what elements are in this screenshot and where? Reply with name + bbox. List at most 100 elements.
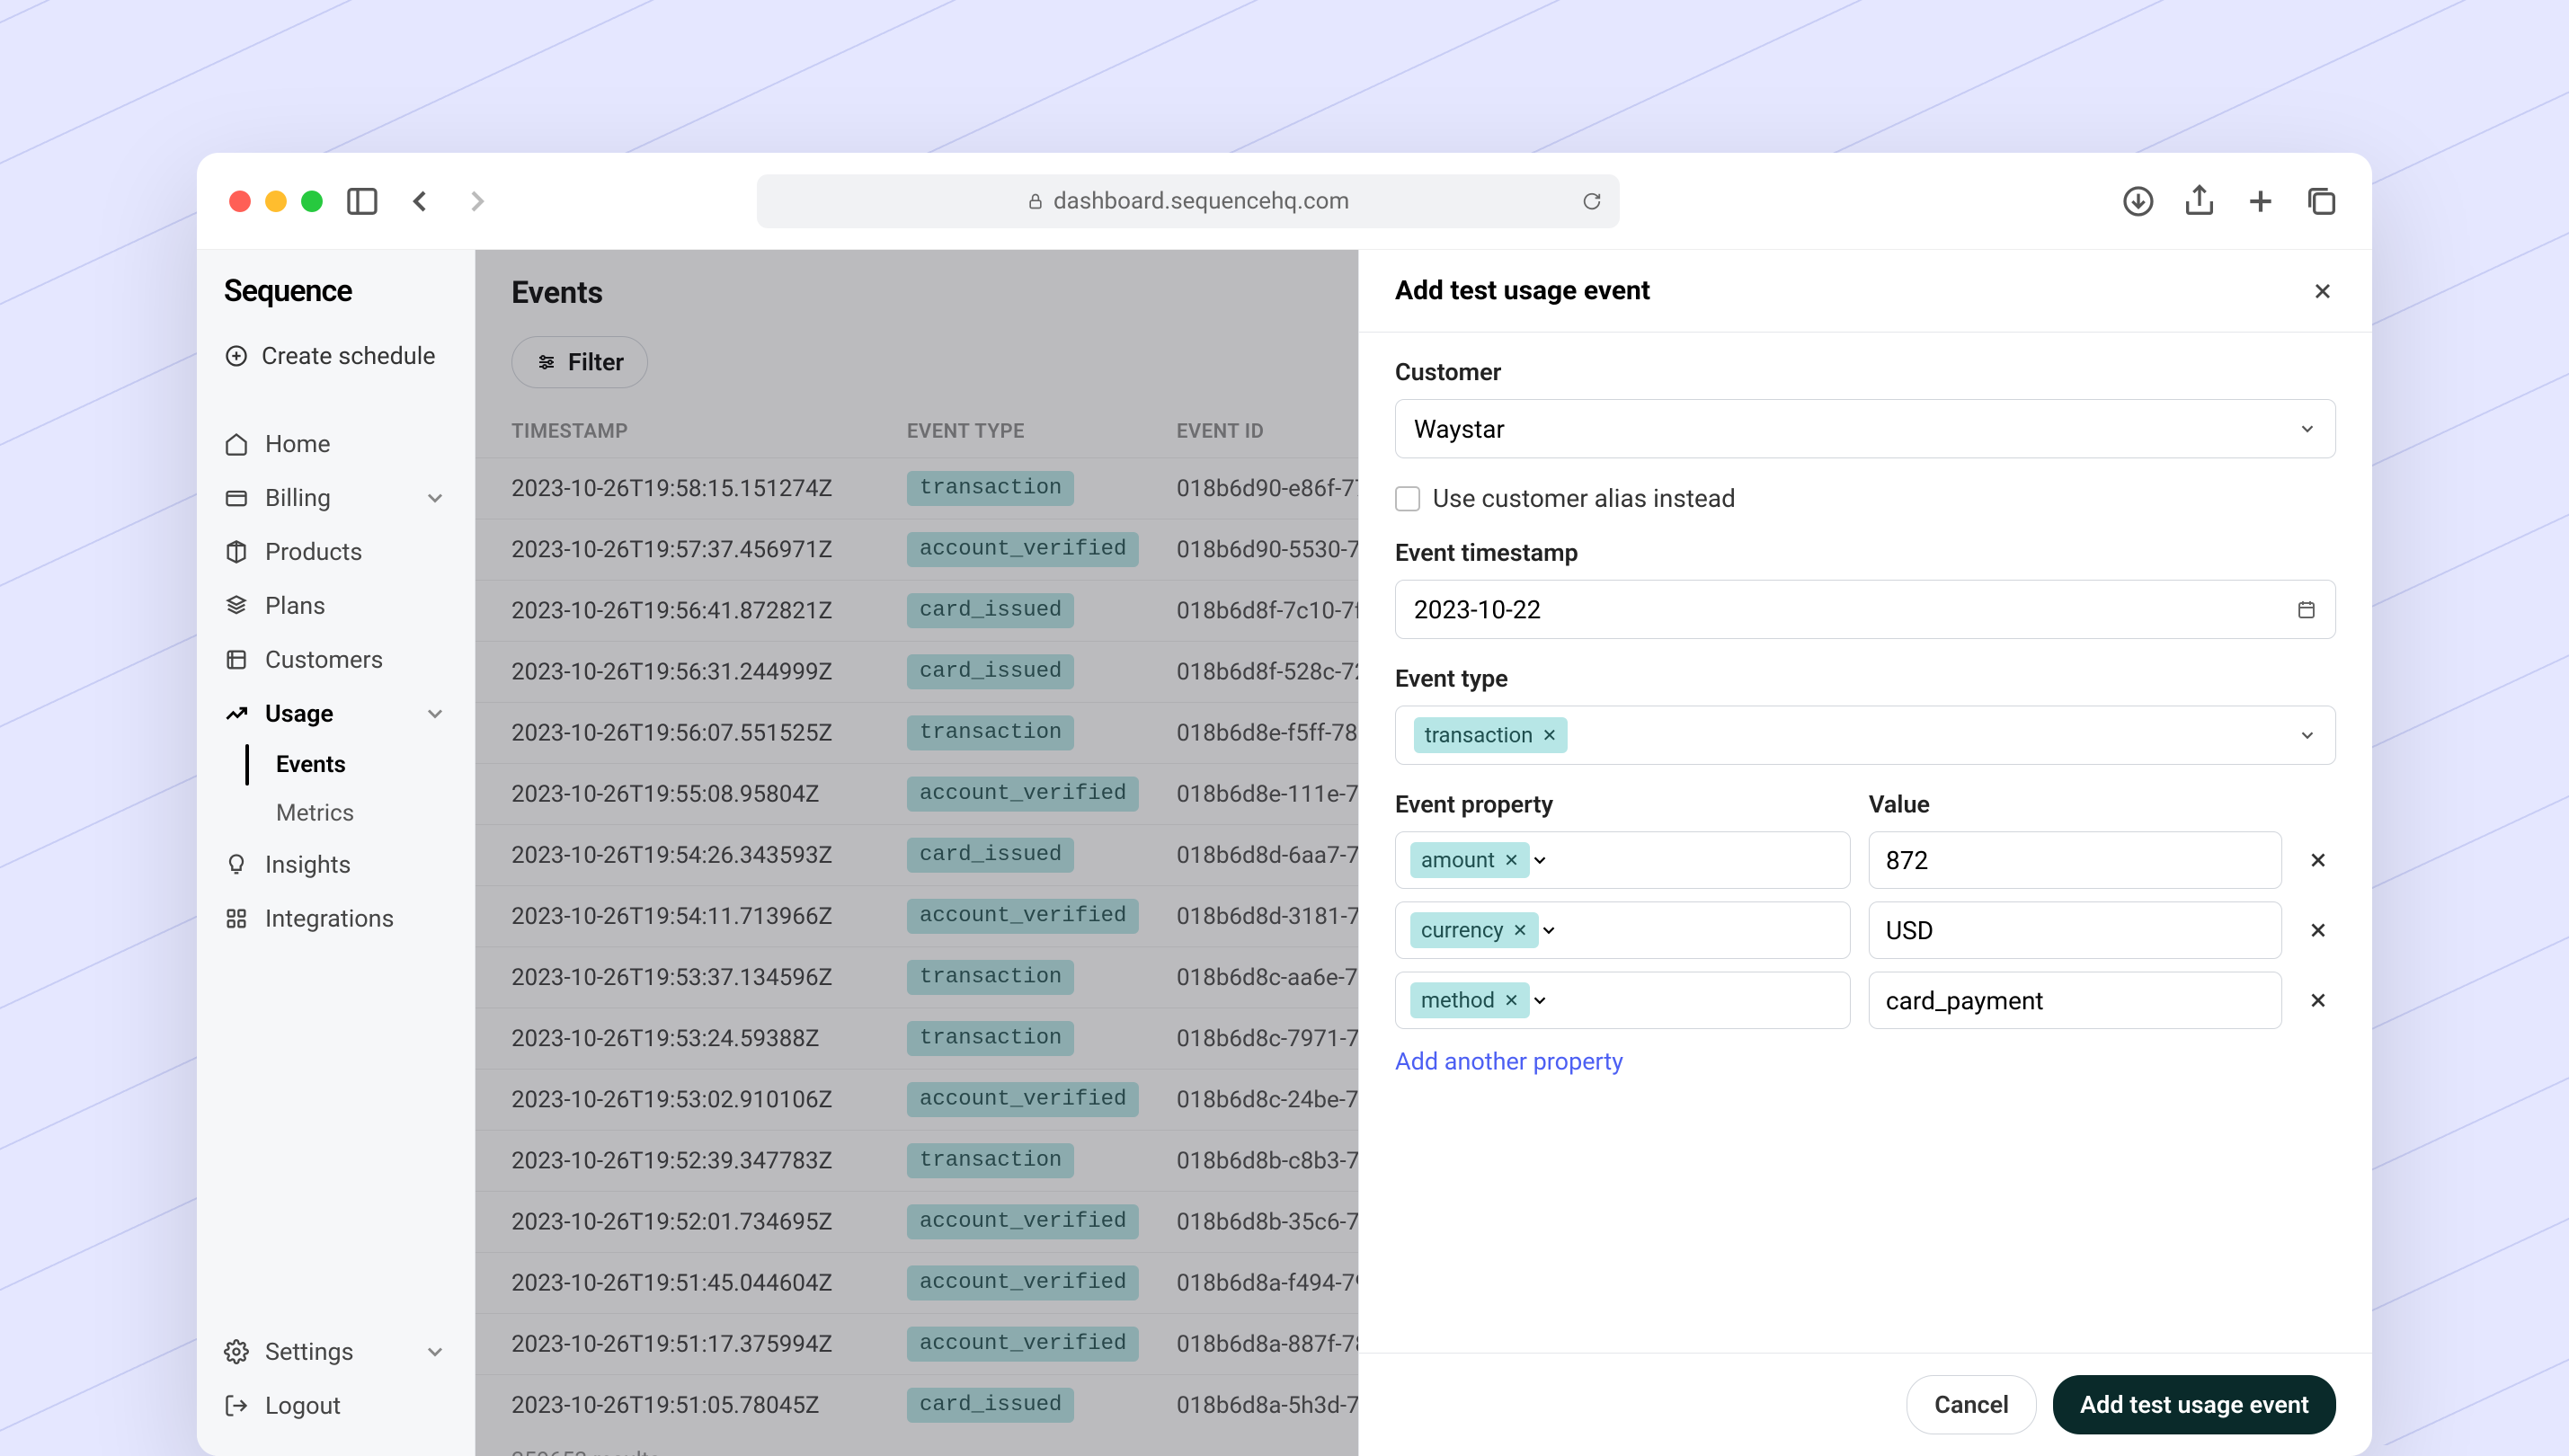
property-chip: amount ✕ [1410,842,1530,878]
property-row: amount ✕ 872 [1395,831,2336,889]
property-chip: method ✕ [1410,982,1530,1018]
property-value-input[interactable]: USD [1869,901,2282,959]
property-chip-text: amount [1421,848,1495,873]
maximize-window-dot[interactable] [301,191,323,212]
nav-billing[interactable]: Billing [197,471,475,525]
customer-value: Waystar [1414,414,1505,444]
url-text: dashboard.sequencehq.com [1053,188,1349,215]
nav-integrations[interactable]: Integrations [197,892,475,946]
chevron-down-icon [2298,416,2317,441]
property-key-select[interactable]: currency✕ [1395,901,1851,959]
property-chip: currency✕ [1410,912,1539,948]
nav-metrics[interactable]: Metrics [276,789,475,838]
property-row: method ✕ card_payment [1395,972,2336,1029]
create-schedule-button[interactable]: Create schedule [197,331,475,381]
nav-plans-label: Plans [265,591,325,620]
nav-usage[interactable]: Usage [197,687,475,741]
add-event-panel: Add test usage event Customer Waystar Us… [1358,250,2372,1456]
panel-title: Add test usage event [1395,275,1650,306]
sidebar: Sequence Create schedule Home Billing Pr… [197,250,476,1456]
property-value-input[interactable]: card_payment [1869,972,2282,1029]
close-icon[interactable] [2309,279,2336,304]
alias-checkbox[interactable] [1395,486,1420,511]
nav-home-label: Home [265,430,331,458]
close-window-dot[interactable] [229,191,251,212]
calendar-icon[interactable] [2296,597,2317,622]
plus-circle-icon [224,343,249,368]
forward-icon[interactable] [459,183,495,219]
main-content: Events Filter TIMESTAMP EVENT TYPE EVENT… [476,250,2372,1456]
usage-icon [224,701,249,726]
sidebar-toggle-icon[interactable] [344,183,380,219]
minimize-window-dot[interactable] [265,191,287,212]
chevron-down-icon [1530,988,1550,1013]
remove-row-icon[interactable] [2300,982,2336,1018]
logo: Sequence [197,273,475,331]
nav-usage-label: Usage [265,699,333,728]
traffic-lights [229,191,323,212]
create-schedule-label: Create schedule [262,342,436,370]
chip-remove-icon[interactable]: ✕ [1513,919,1528,941]
property-key-select[interactable]: method ✕ [1395,972,1851,1029]
customer-label: Customer [1395,358,2336,386]
nav-products-label: Products [265,537,362,566]
nav-home[interactable]: Home [197,417,475,471]
address-bar[interactable]: dashboard.sequencehq.com [757,174,1620,228]
cancel-button[interactable]: Cancel [1907,1375,2037,1434]
browser-chrome: dashboard.sequencehq.com [197,153,2372,250]
insights-icon [224,852,249,877]
type-select[interactable]: transaction ✕ [1395,706,2336,765]
nav-settings-label: Settings [265,1337,354,1366]
nav-integrations-label: Integrations [265,904,395,933]
nav-events[interactable]: Events [276,741,475,789]
property-value-input[interactable]: 872 [1869,831,2282,889]
back-icon[interactable] [402,183,438,219]
new-tab-icon[interactable] [2243,183,2279,219]
browser-window: dashboard.sequencehq.com Sequence Create… [197,153,2372,1456]
chevron-down-icon [1530,848,1550,873]
integrations-icon [224,906,249,931]
alias-checkbox-row[interactable]: Use customer alias instead [1395,484,2336,513]
property-label: Event property [1395,790,1851,819]
timestamp-label: Event timestamp [1395,538,2336,567]
customer-select[interactable]: Waystar [1395,399,2336,458]
logout-icon [224,1393,249,1418]
nav-insights-label: Insights [265,850,351,879]
remove-row-icon[interactable] [2300,842,2336,878]
nav-billing-label: Billing [265,484,331,512]
tabs-icon[interactable] [2304,183,2340,219]
property-chip-text: method [1421,988,1495,1013]
billing-icon [224,485,249,510]
remove-row-icon[interactable] [2300,912,2336,948]
chevron-down-icon [422,701,448,726]
type-chip-text: transaction [1425,723,1533,748]
nav-settings[interactable]: Settings [197,1325,475,1379]
submit-button[interactable]: Add test usage event [2053,1375,2336,1434]
gear-icon [224,1339,249,1364]
nav-logout-label: Logout [265,1391,341,1420]
share-icon[interactable] [2182,183,2218,219]
chevron-down-icon [422,1339,448,1364]
nav-products[interactable]: Products [197,525,475,579]
chip-remove-icon[interactable]: ✕ [1542,724,1557,746]
plans-icon [224,593,249,618]
timestamp-input[interactable]: 2023-10-22 [1395,580,2336,639]
nav-customers-label: Customers [265,645,383,674]
chevron-down-icon [422,485,448,510]
refresh-icon[interactable] [1582,189,1602,214]
app-root: Sequence Create schedule Home Billing Pr… [197,250,2372,1456]
nav-logout[interactable]: Logout [197,1379,475,1433]
alias-label: Use customer alias instead [1433,484,1736,513]
property-row: currency✕ USD [1395,901,2336,959]
nav-insights[interactable]: Insights [197,838,475,892]
download-icon[interactable] [2120,183,2156,219]
chip-remove-icon[interactable]: ✕ [1504,849,1519,871]
customers-icon [224,647,249,672]
add-property-link[interactable]: Add another property [1395,1047,1623,1076]
chevron-down-icon [1539,918,1559,943]
nav-customers[interactable]: Customers [197,633,475,687]
property-key-select[interactable]: amount ✕ [1395,831,1851,889]
chip-remove-icon[interactable]: ✕ [1504,990,1519,1011]
home-icon [224,431,249,457]
nav-plans[interactable]: Plans [197,579,475,633]
